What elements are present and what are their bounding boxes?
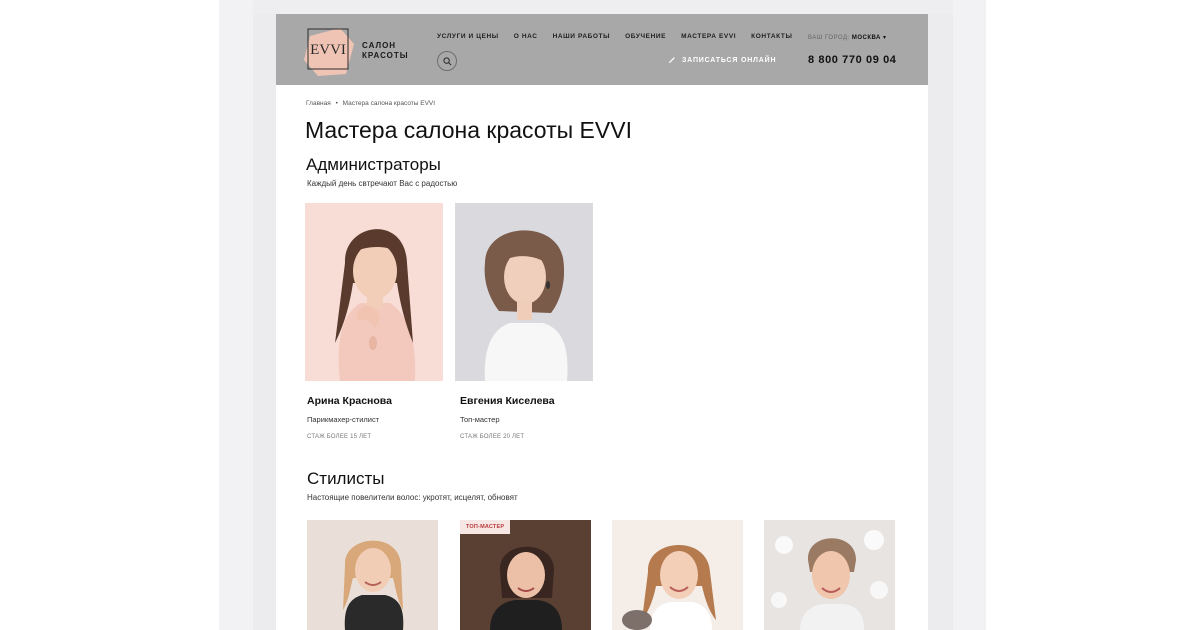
breadcrumb-home[interactable]: Главная xyxy=(306,100,331,107)
admin-name[interactable]: Евгения Киселева xyxy=(460,395,555,407)
section-subtitle-admins: Каждый день свтречают Вас с радостью xyxy=(307,179,458,188)
nav-education[interactable]: ОБУЧЕНИЕ xyxy=(625,33,666,40)
section-subtitle-stylists: Настоящие повелители волос: укротят, исц… xyxy=(307,493,518,502)
admin-name[interactable]: Арина Краснова xyxy=(307,395,392,407)
section-title-stylists: Стилисты xyxy=(307,469,385,488)
top-master-badge: ТОП-МАСТЕР xyxy=(460,520,511,534)
phone-number[interactable]: 8 800 770 09 04 xyxy=(808,54,897,66)
stylist-photo[interactable] xyxy=(612,520,743,630)
main-nav: УСЛУГИ И ЦЕНЫ О НАС НАШИ РАБОТЫ ОБУЧЕНИЕ… xyxy=(437,33,807,40)
city-label: ВАШ ГОРОД: xyxy=(808,35,850,41)
city-value[interactable]: МОСКВА ▾ xyxy=(852,35,887,41)
breadcrumb-separator: • xyxy=(335,100,338,107)
nav-masters[interactable]: МАСТЕРА EVVI xyxy=(681,33,736,40)
admin-photo[interactable] xyxy=(455,203,593,381)
left-margin xyxy=(219,0,253,630)
nav-contacts[interactable]: КОНТАКТЫ xyxy=(751,33,792,40)
search-icon xyxy=(442,56,451,65)
book-online-label: ЗАПИСАТЬСЯ ОНЛАЙН xyxy=(682,56,777,64)
right-margin xyxy=(953,0,986,630)
page: EVVI САЛОН КРАСОТЫ УСЛУГИ И ЦЕНЫ О НАС Н… xyxy=(276,14,928,630)
site-header: EVVI САЛОН КРАСОТЫ УСЛУГИ И ЦЕНЫ О НАС Н… xyxy=(276,14,928,85)
admin-role: Парикмахер-стилист xyxy=(307,415,380,424)
logo[interactable]: EVVI xyxy=(300,22,356,78)
book-online-button[interactable]: ЗАПИСАТЬСЯ ОНЛАЙН xyxy=(668,56,776,64)
stylist-card[interactable]: ТОП-МАСТЕР xyxy=(460,520,591,630)
admin-card[interactable]: Арина Краснова Парикмахер-стилист СТАЖ Б… xyxy=(305,203,443,453)
pencil-icon xyxy=(668,57,675,64)
admin-experience: СТАЖ БОЛЕЕ 20 ЛЕТ xyxy=(460,434,525,440)
breadcrumb: Главная • Мастера салона красоты EVVI xyxy=(306,100,435,107)
page-title: Мастера салона красоты EVVI xyxy=(305,117,632,143)
nav-about[interactable]: О НАС xyxy=(514,33,538,40)
city-selector[interactable]: ВАШ ГОРОД: МОСКВА ▾ xyxy=(808,34,887,41)
top-band xyxy=(253,0,953,14)
search-button[interactable] xyxy=(437,51,457,71)
logo-subtitle-line1: САЛОН xyxy=(362,41,397,50)
admin-role: Топ-мастер xyxy=(460,415,500,424)
admin-experience: СТАЖ БОЛЕЕ 15 ЛЕТ xyxy=(307,434,372,440)
logo-subtitle: САЛОН КРАСОТЫ xyxy=(362,41,409,61)
section-title-admins: Администраторы xyxy=(306,155,441,174)
nav-services[interactable]: УСЛУГИ И ЦЕНЫ xyxy=(437,33,499,40)
nav-works[interactable]: НАШИ РАБОТЫ xyxy=(553,33,611,40)
logo-text: EVVI xyxy=(310,42,346,58)
admin-card[interactable]: Евгения Киселева Топ-мастер СТАЖ БОЛЕЕ 2… xyxy=(455,203,593,453)
logo-subtitle-line2: КРАСОТЫ xyxy=(362,51,409,60)
admin-photo[interactable] xyxy=(305,203,443,381)
stylist-photo[interactable] xyxy=(460,520,591,630)
stylist-photo[interactable] xyxy=(764,520,895,630)
breadcrumb-current: Мастера салона красоты EVVI xyxy=(342,100,436,107)
stylist-photo[interactable] xyxy=(307,520,438,630)
